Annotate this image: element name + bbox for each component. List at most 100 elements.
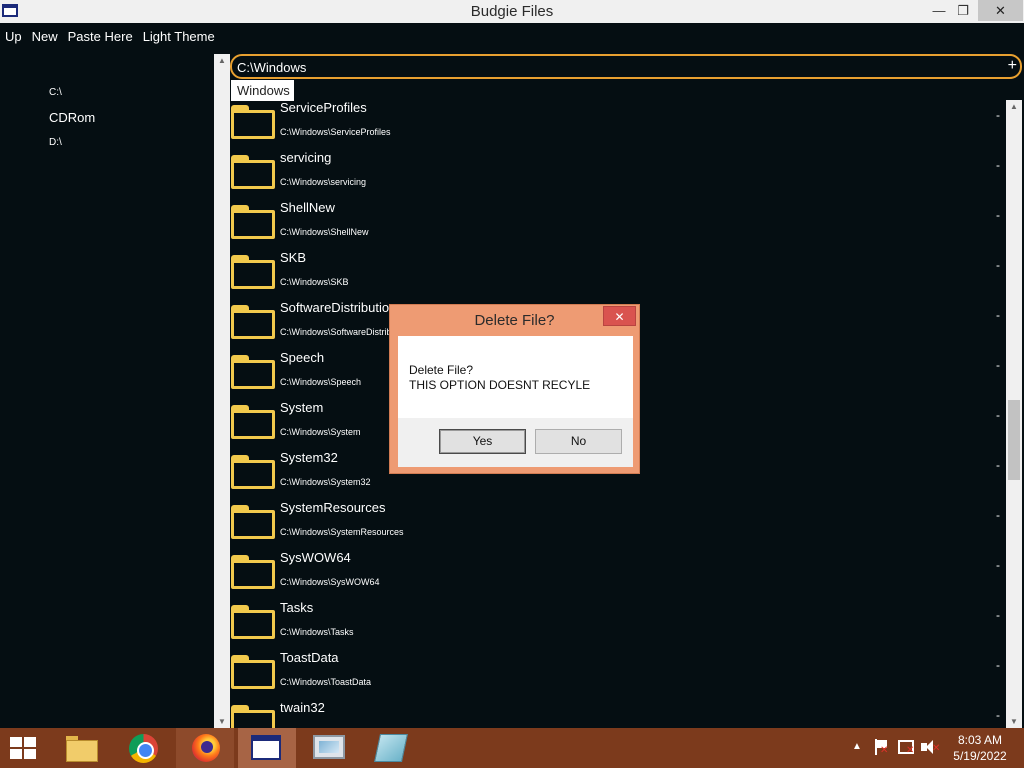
folder-icon <box>231 405 275 439</box>
taskbar-monitor-app[interactable] <box>300 728 358 768</box>
start-button[interactable] <box>0 728 58 768</box>
file-name: ToastData <box>280 650 339 665</box>
row-menu-button[interactable]: - <box>996 508 1000 522</box>
file-path: C:\Windows\System <box>280 427 361 437</box>
menu-bar: Up New Paste Here Light Theme <box>0 24 220 48</box>
folder-icon <box>231 155 275 189</box>
clock-time: 8:03 AM <box>957 733 1003 747</box>
path-input[interactable]: C:\Windows + <box>230 54 1022 79</box>
menu-paste-here[interactable]: Paste Here <box>63 29 138 44</box>
row-menu-button[interactable]: - <box>996 708 1000 722</box>
file-row[interactable]: Tasks C:\Windows\Tasks - <box>230 600 1006 650</box>
delete-confirm-dialog: Delete File? ✕ Delete File? THIS OPTION … <box>389 304 640 474</box>
file-row[interactable]: ServiceProfiles C:\Windows\ServiceProfile… <box>230 100 1006 150</box>
file-row[interactable]: SKB C:\Windows\SKB - <box>230 250 1006 300</box>
file-row[interactable]: ToastData C:\Windows\ToastData - <box>230 650 1006 700</box>
row-menu-button[interactable]: - <box>996 608 1000 622</box>
folder-icon <box>231 205 275 239</box>
restore-button[interactable]: ❐ <box>949 0 977 21</box>
scroll-down-icon[interactable]: ▼ <box>1006 717 1022 726</box>
row-menu-button[interactable]: - <box>996 408 1000 422</box>
show-hidden-icons[interactable]: ▲ <box>852 741 862 752</box>
scrollbar-thumb[interactable] <box>1008 399 1020 480</box>
row-menu-button[interactable]: - <box>996 358 1000 372</box>
row-menu-button[interactable]: - <box>996 658 1000 672</box>
file-path: C:\Windows\SoftwareDistrib <box>280 327 392 337</box>
file-path: C:\Windows\SysWOW64 <box>280 577 380 587</box>
file-path: C:\Windows\ToastData <box>280 677 372 687</box>
dialog-warning: THIS OPTION DOESNT RECYLE <box>409 378 591 392</box>
file-path: C:\Windows\ShellNew <box>280 227 369 237</box>
scroll-down-icon[interactable]: ▼ <box>214 717 230 726</box>
close-button[interactable]: ✕ <box>978 0 1023 21</box>
scroll-up-icon[interactable]: ▲ <box>1006 102 1022 111</box>
monitor-icon <box>313 735 345 759</box>
folder-icon <box>231 605 275 639</box>
no-button[interactable]: No <box>535 429 622 454</box>
folder-icon <box>231 305 275 339</box>
file-name: SysWOW64 <box>280 550 351 565</box>
file-explorer-icon <box>66 736 98 762</box>
file-name: Speech <box>280 350 325 365</box>
dialog-body: Delete File? THIS OPTION DOESNT RECYLE <box>398 336 633 418</box>
taskbar-firefox[interactable] <box>176 728 234 768</box>
menu-up[interactable]: Up <box>0 29 27 44</box>
breadcrumb[interactable]: Windows <box>231 80 294 101</box>
folder-icon <box>231 555 275 589</box>
path-value: C:\Windows <box>237 60 307 75</box>
file-path: C:\Windows\servicing <box>280 177 367 187</box>
scroll-up-icon[interactable]: ▲ <box>214 56 230 65</box>
row-menu-button[interactable]: - <box>996 558 1000 572</box>
file-name: twain32 <box>280 700 325 715</box>
chrome-icon <box>129 734 158 763</box>
network-icon[interactable]: ✕ <box>898 740 914 756</box>
row-menu-button[interactable]: - <box>996 258 1000 272</box>
file-row[interactable]: SysWOW64 C:\Windows\SysWOW64 - <box>230 550 1006 600</box>
row-menu-button[interactable]: - <box>996 308 1000 322</box>
sidebar-scrollbar[interactable]: ▲ ▼ <box>214 54 230 728</box>
file-row[interactable]: ShellNew C:\Windows\ShellNew - <box>230 200 1006 250</box>
file-name: ShellNew <box>280 200 335 215</box>
file-path: C:\Windows\ServiceProfiles <box>280 127 391 137</box>
file-path: C:\Windows\SKB <box>280 277 349 287</box>
add-path-icon[interactable]: + <box>1008 57 1017 75</box>
menu-light-theme[interactable]: Light Theme <box>138 29 220 44</box>
drive-cdrom[interactable]: CDRom <box>49 110 95 125</box>
file-path: C:\Windows\Speech <box>280 377 362 387</box>
budgie-files-icon <box>251 735 281 760</box>
clock-date: 5/19/2022 <box>953 749 1007 763</box>
taskbar-budgie-files[interactable] <box>238 728 296 768</box>
file-name: System <box>280 400 324 415</box>
file-name: SKB <box>280 250 307 265</box>
drive-c[interactable]: C:\ <box>49 87 62 98</box>
file-list-scrollbar[interactable]: ▲ ▼ <box>1006 100 1022 728</box>
taskbar-chrome[interactable] <box>114 728 172 768</box>
folder-icon <box>231 255 275 289</box>
title-bar: Budgie Files — ❐ ✕ <box>0 0 1024 23</box>
file-row[interactable]: twain32 - <box>230 700 1006 728</box>
folder-icon <box>231 705 275 728</box>
yes-button[interactable]: Yes <box>439 429 526 454</box>
file-path: C:\Windows\SystemResources <box>280 527 404 537</box>
notepad-icon <box>374 734 408 762</box>
taskbar-notepad[interactable] <box>362 728 420 768</box>
action-center-icon[interactable]: ✕ <box>874 739 890 756</box>
system-clock[interactable]: 8:03 AM 5/19/2022 <box>948 732 1012 764</box>
row-menu-button[interactable]: - <box>996 108 1000 122</box>
file-row[interactable]: servicing C:\Windows\servicing - <box>230 150 1006 200</box>
row-menu-button[interactable]: - <box>996 208 1000 222</box>
taskbar: ▲ ✕ ✕ ✕ 8:03 AM 5/19/2022 <box>0 728 1024 768</box>
file-row[interactable]: SystemResources C:\Windows\SystemResource… <box>230 500 1006 550</box>
file-path: C:\Windows\Tasks <box>280 627 354 637</box>
menu-new[interactable]: New <box>27 29 63 44</box>
folder-icon <box>231 355 275 389</box>
volume-muted-icon[interactable]: ✕ <box>921 739 940 755</box>
row-menu-button[interactable]: - <box>996 458 1000 472</box>
file-name: ServiceProfiles <box>280 100 367 115</box>
drive-d[interactable]: D:\ <box>49 137 62 148</box>
taskbar-file-explorer[interactable] <box>54 728 112 768</box>
dialog-title: Delete File? <box>474 312 555 329</box>
dialog-close-button[interactable]: ✕ <box>603 306 636 326</box>
row-menu-button[interactable]: - <box>996 158 1000 172</box>
dialog-message: Delete File? <box>409 363 474 377</box>
